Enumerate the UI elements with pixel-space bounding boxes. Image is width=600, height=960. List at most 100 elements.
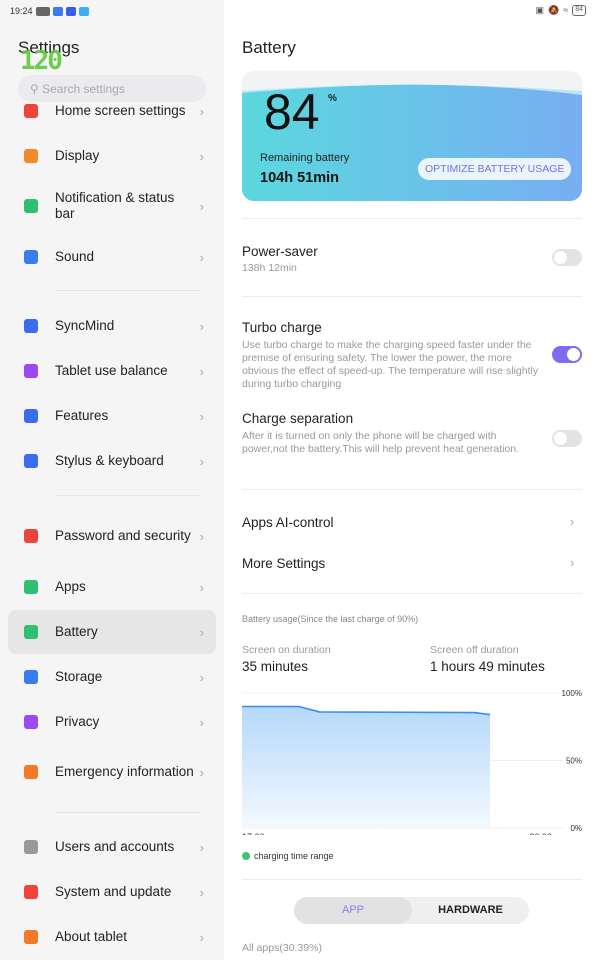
chevron-right-icon: › — [199, 453, 204, 469]
divider — [242, 593, 582, 594]
sidebar-item-system-and-update[interactable]: System and update › — [8, 870, 216, 914]
chevron-right-icon: › — [199, 408, 204, 424]
all-apps-label: All apps(30.39%) — [242, 942, 322, 954]
chevron-right-icon: › — [199, 318, 204, 334]
keyboard-icon — [24, 454, 38, 468]
tab-app[interactable]: APP — [294, 897, 412, 924]
info-icon — [24, 930, 38, 944]
sidebar-item-battery[interactable]: Battery › — [8, 610, 216, 654]
percent-sign: % — [328, 93, 337, 104]
turbo-charge-desc: Use turbo charge to make the charging sp… — [242, 339, 539, 390]
sidebar-item-display[interactable]: Display › — [8, 134, 216, 178]
chart-legend: charging time range — [242, 851, 334, 861]
sun-icon — [24, 149, 38, 163]
apps-icon — [24, 580, 38, 594]
power-saver-title: Power-saver — [242, 244, 318, 259]
charge-separation-toggle[interactable] — [552, 430, 582, 447]
sidebar-item-label: SyncMind — [55, 318, 115, 333]
app-icon — [78, 6, 89, 16]
sidebar-item-notification-status-bar[interactable]: Notification & status bar › — [8, 184, 216, 228]
power-saver-toggle[interactable] — [552, 249, 582, 266]
hand-icon — [24, 409, 38, 423]
notification-icon — [35, 6, 50, 16]
storage-icon — [24, 670, 38, 684]
divider — [242, 296, 582, 297]
sidebar-item-syncmind[interactable]: SyncMind › — [8, 304, 216, 348]
wifi-icon: ≈ — [563, 5, 569, 15]
chevron-right-icon: › — [199, 579, 204, 595]
chevron-right-icon: › — [199, 624, 204, 640]
divider — [55, 290, 200, 291]
battery-panel: ▣ 🔕 ≈ 84 Battery 84 % Remaining battery … — [224, 0, 600, 960]
turbo-charge-toggle[interactable] — [552, 346, 582, 363]
tab-hardware[interactable]: HARDWARE — [412, 897, 529, 924]
sidebar-item-about-tablet[interactable]: About tablet › — [8, 915, 216, 959]
sidebar-item-emergency-information[interactable]: Emergency information › — [8, 750, 216, 794]
sidebar-item-users-and-accounts[interactable]: Users and accounts › — [8, 825, 216, 869]
settings-sidebar: 19:24 Settings 120 ⚲ Search settings Hom… — [0, 0, 224, 960]
divider — [242, 489, 582, 490]
y-tick-label: 50% — [566, 757, 582, 766]
battery-title: Battery — [242, 38, 296, 57]
eye-icon — [24, 715, 38, 729]
sidebar-item-sound[interactable]: Sound › — [8, 235, 216, 279]
charge-separation-title: Charge separation — [242, 411, 354, 426]
sidebar-item-label: Notification & status bar — [55, 190, 175, 221]
home-icon — [24, 104, 38, 118]
screen-on-value: 35 minutes — [242, 659, 309, 674]
more-settings[interactable]: More Settings — [242, 556, 325, 571]
sidebar-item-tablet-use-balance[interactable]: Tablet use balance › — [8, 349, 216, 393]
sidebar-item-label: Home screen settings — [55, 103, 186, 118]
battery-chart: 100% 50% 0% 17:00 20:00 — [242, 689, 582, 835]
sidebar-item-label: Storage — [55, 669, 103, 684]
sidebar-item-apps[interactable]: Apps › — [8, 565, 216, 609]
x-tick-label: 20:00 — [529, 832, 552, 835]
sidebar-item-label: Display — [55, 148, 100, 163]
sidebar-item-label: Battery — [55, 624, 98, 639]
y-tick-label: 100% — [562, 689, 582, 698]
battery-card: 84 % Remaining battery 104h 51min OPTIMI… — [242, 71, 582, 201]
sidebar-item-label: Features — [55, 408, 109, 423]
chevron-right-icon: › — [199, 103, 204, 119]
apps-ai-control[interactable]: Apps AI-control — [242, 515, 334, 530]
screen-off-value: 1 hours 49 minutes — [430, 659, 545, 674]
sos-icon — [24, 765, 38, 779]
chevron-right-icon: › — [199, 249, 204, 265]
sidebar-item-features[interactable]: Features › — [8, 394, 216, 438]
y-tick-label: 0% — [570, 824, 582, 833]
sidebar-item-stylus-keyboard[interactable]: Stylus & keyboard › — [8, 439, 216, 483]
battery-icon: 84 — [572, 5, 586, 16]
divider — [55, 495, 200, 496]
divider — [242, 218, 582, 219]
sidebar-item-storage[interactable]: Storage › — [8, 655, 216, 699]
sidebar-item-label: About tablet — [55, 929, 128, 944]
status-bar-left: 19:24 — [10, 6, 89, 16]
notification-icon — [24, 199, 38, 213]
optimize-button[interactable]: OPTIMIZE BATTERY USAGE — [418, 158, 572, 180]
sidebar-item-label: Privacy — [55, 714, 100, 729]
user-icon — [24, 840, 38, 854]
sidebar-item-password-and-security[interactable]: Password and security › — [8, 514, 216, 558]
legend-dot-icon — [242, 852, 250, 860]
chevron-right-icon: › — [199, 198, 204, 214]
sidebar-item-label: Tablet use balance — [55, 363, 168, 378]
sidebar-item-label: Emergency information — [55, 764, 194, 779]
sidebar-item-label: Password and security — [55, 528, 191, 543]
sidebar-item-privacy[interactable]: Privacy › — [8, 700, 216, 744]
chevron-right-icon: › — [199, 714, 204, 730]
fps-overlay: 120 — [20, 46, 63, 76]
chevron-right-icon: › — [199, 528, 204, 544]
document-icon — [65, 6, 76, 16]
turbo-charge-title: Turbo charge — [242, 320, 322, 335]
clock: 19:24 — [10, 6, 33, 16]
mute-icon: 🔕 — [548, 5, 560, 15]
sidebar-item-label: Sound — [55, 249, 95, 264]
sidebar-item-home-screen-settings[interactable]: Home screen settings › — [8, 89, 216, 133]
chevron-right-icon: › — [199, 148, 204, 164]
ai-icon — [24, 319, 38, 333]
chevron-right-icon: › — [570, 555, 575, 570]
chevron-right-icon: › — [199, 884, 204, 900]
chevron-right-icon: › — [199, 363, 204, 379]
chevron-right-icon: › — [199, 839, 204, 855]
area-fill — [242, 706, 490, 828]
